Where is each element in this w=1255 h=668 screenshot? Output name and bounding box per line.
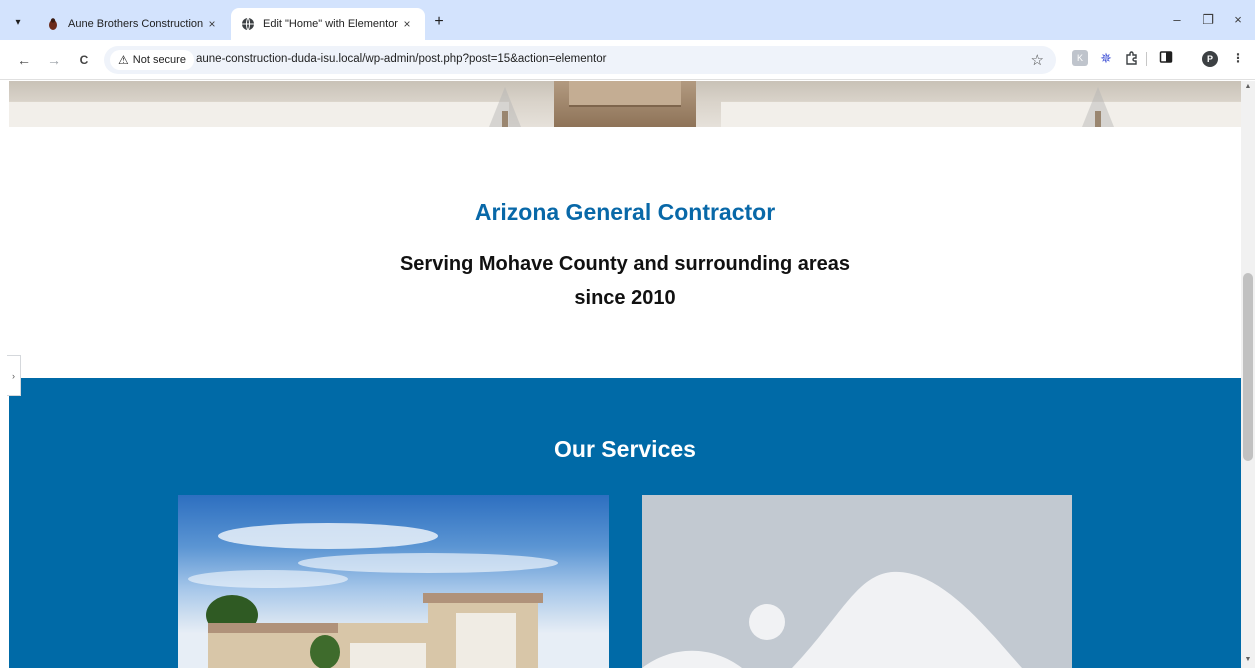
photo-roof — [208, 623, 358, 633]
browser-toolbar: ← → C ⚠ Not secure aune-construction-dud… — [0, 40, 1255, 80]
tab-title: Aune Brothers Construction — [68, 18, 204, 30]
services-heading[interactable]: Our Services — [9, 436, 1241, 463]
hero-cabinet-left — [9, 101, 509, 127]
tab-close-icon[interactable]: × — [204, 17, 220, 31]
photo-roof — [423, 593, 543, 603]
tab-strip: ▾ Aune Brothers Construction × Edit "Hom… — [0, 0, 1255, 40]
k-extension-icon[interactable]: K — [1072, 50, 1088, 66]
photo-tree — [310, 635, 340, 668]
back-arrow-icon[interactable]: ← — [14, 50, 34, 70]
bookmark-star-icon[interactable]: ☆ — [1031, 51, 1044, 69]
hero-cabinet-right — [721, 101, 1241, 127]
photo-garage-door — [350, 643, 426, 668]
page-viewport: Arizona General Contractor Serving Mohav… — [0, 81, 1241, 668]
placeholder-graphic — [642, 571, 1022, 668]
security-label: Not secure — [132, 54, 186, 66]
image-placeholder[interactable] — [642, 495, 1072, 668]
minimize-icon[interactable]: – — [1168, 12, 1186, 27]
profile-avatar[interactable]: P — [1202, 51, 1218, 67]
security-chip[interactable]: ⚠ Not secure — [110, 50, 194, 70]
intro-subheading-line2: since 2010 — [574, 287, 676, 309]
browser-menu-icon[interactable]: ⋮ — [1230, 50, 1246, 66]
photo-garage-door — [456, 613, 516, 668]
browser-window: ▾ Aune Brothers Construction × Edit "Hom… — [0, 0, 1255, 668]
side-panel-icon[interactable] — [1158, 50, 1174, 66]
tab-close-icon[interactable]: × — [399, 17, 415, 31]
scroll-up-icon[interactable]: ▲ — [1241, 83, 1255, 93]
restore-icon[interactable]: ❐ — [1199, 12, 1217, 28]
address-bar[interactable]: ⚠ Not secure aune-construction-duda-isu.… — [104, 46, 1056, 74]
scroll-thumb[interactable] — [1243, 273, 1253, 461]
tab-title: Edit "Home" with Elementor — [263, 18, 398, 30]
tab-search-button[interactable]: ▾ — [8, 12, 28, 32]
hero-lamp-right-stem — [1095, 111, 1101, 127]
scroll-down-icon[interactable]: ▼ — [1241, 656, 1255, 666]
tab-edit-home-elementor[interactable]: Edit "Home" with Elementor × — [231, 8, 425, 40]
services-section[interactable]: Our Services — [9, 378, 1241, 668]
house-photo[interactable] — [178, 495, 609, 668]
toolbar-divider — [1146, 52, 1147, 66]
globe-icon — [241, 17, 255, 31]
sparkle-extension-icon[interactable]: ✵ — [1098, 50, 1114, 66]
tab-aune-brothers[interactable]: Aune Brothers Construction × — [36, 8, 230, 40]
hero-wood-inset — [569, 81, 681, 107]
forward-arrow-icon[interactable]: → — [44, 50, 64, 70]
hero-image — [9, 81, 1241, 127]
photo-cloud — [218, 523, 438, 549]
url-text[interactable]: aune-construction-duda-isu.local/wp-admi… — [196, 53, 606, 65]
intro-heading[interactable]: Arizona General Contractor — [9, 199, 1241, 226]
page-scrollbar[interactable]: ▲ ▼ — [1241, 81, 1255, 668]
photo-cloud — [298, 553, 558, 573]
intro-section[interactable]: Arizona General Contractor Serving Mohav… — [9, 127, 1241, 378]
fire-ant-icon — [46, 17, 60, 31]
hero-lamp-left-stem — [502, 111, 508, 127]
intro-subheading[interactable]: Serving Mohave County and surrounding ar… — [9, 247, 1241, 315]
photo-cloud — [188, 570, 348, 588]
warning-icon: ⚠ — [118, 53, 129, 67]
reload-icon[interactable]: C — [74, 50, 94, 70]
elementor-panel-toggle[interactable]: › — [7, 355, 21, 396]
window-close-icon[interactable]: × — [1229, 12, 1247, 27]
new-tab-button[interactable]: + — [430, 14, 448, 30]
chevron-down-icon: ▾ — [15, 16, 21, 28]
puzzle-extensions-icon[interactable] — [1124, 50, 1140, 66]
intro-subheading-line1: Serving Mohave County and surrounding ar… — [399, 253, 851, 275]
